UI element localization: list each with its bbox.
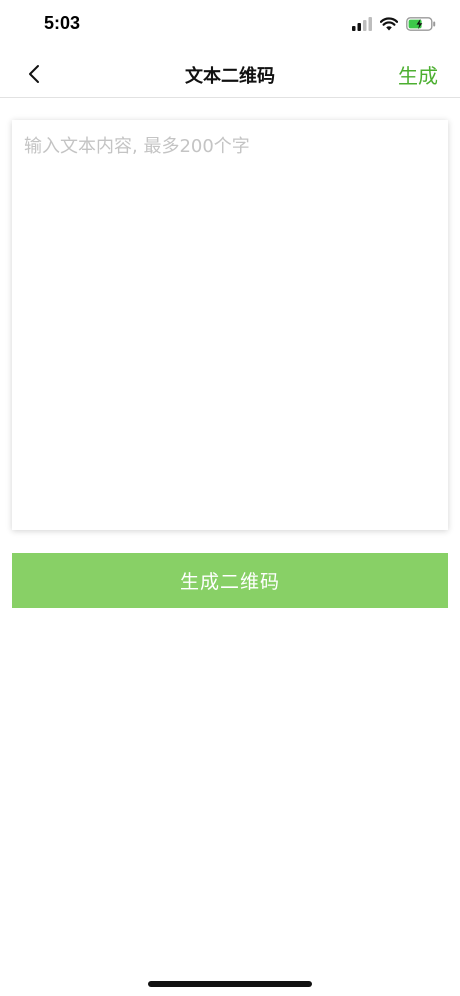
screen: 5:03 文本二维码 生成 输入文本内容, 最多200个字 生成二维码 bbox=[0, 0, 460, 996]
signal-icon bbox=[352, 17, 372, 31]
generate-nav-button[interactable]: 生成 bbox=[398, 60, 438, 89]
text-content-input[interactable] bbox=[12, 120, 448, 530]
text-input-card bbox=[12, 120, 448, 530]
page-title: 文本二维码 bbox=[185, 66, 275, 87]
nav-bar: 文本二维码 生成 bbox=[0, 50, 460, 98]
status-icons bbox=[352, 16, 436, 32]
generate-qr-button[interactable]: 生成二维码 bbox=[12, 553, 448, 608]
home-indicator bbox=[148, 981, 312, 987]
battery-charging-icon bbox=[406, 17, 436, 31]
status-time: 5:03 bbox=[44, 13, 81, 33]
wifi-icon bbox=[380, 17, 398, 31]
status-bar: 5:03 bbox=[0, 0, 460, 50]
